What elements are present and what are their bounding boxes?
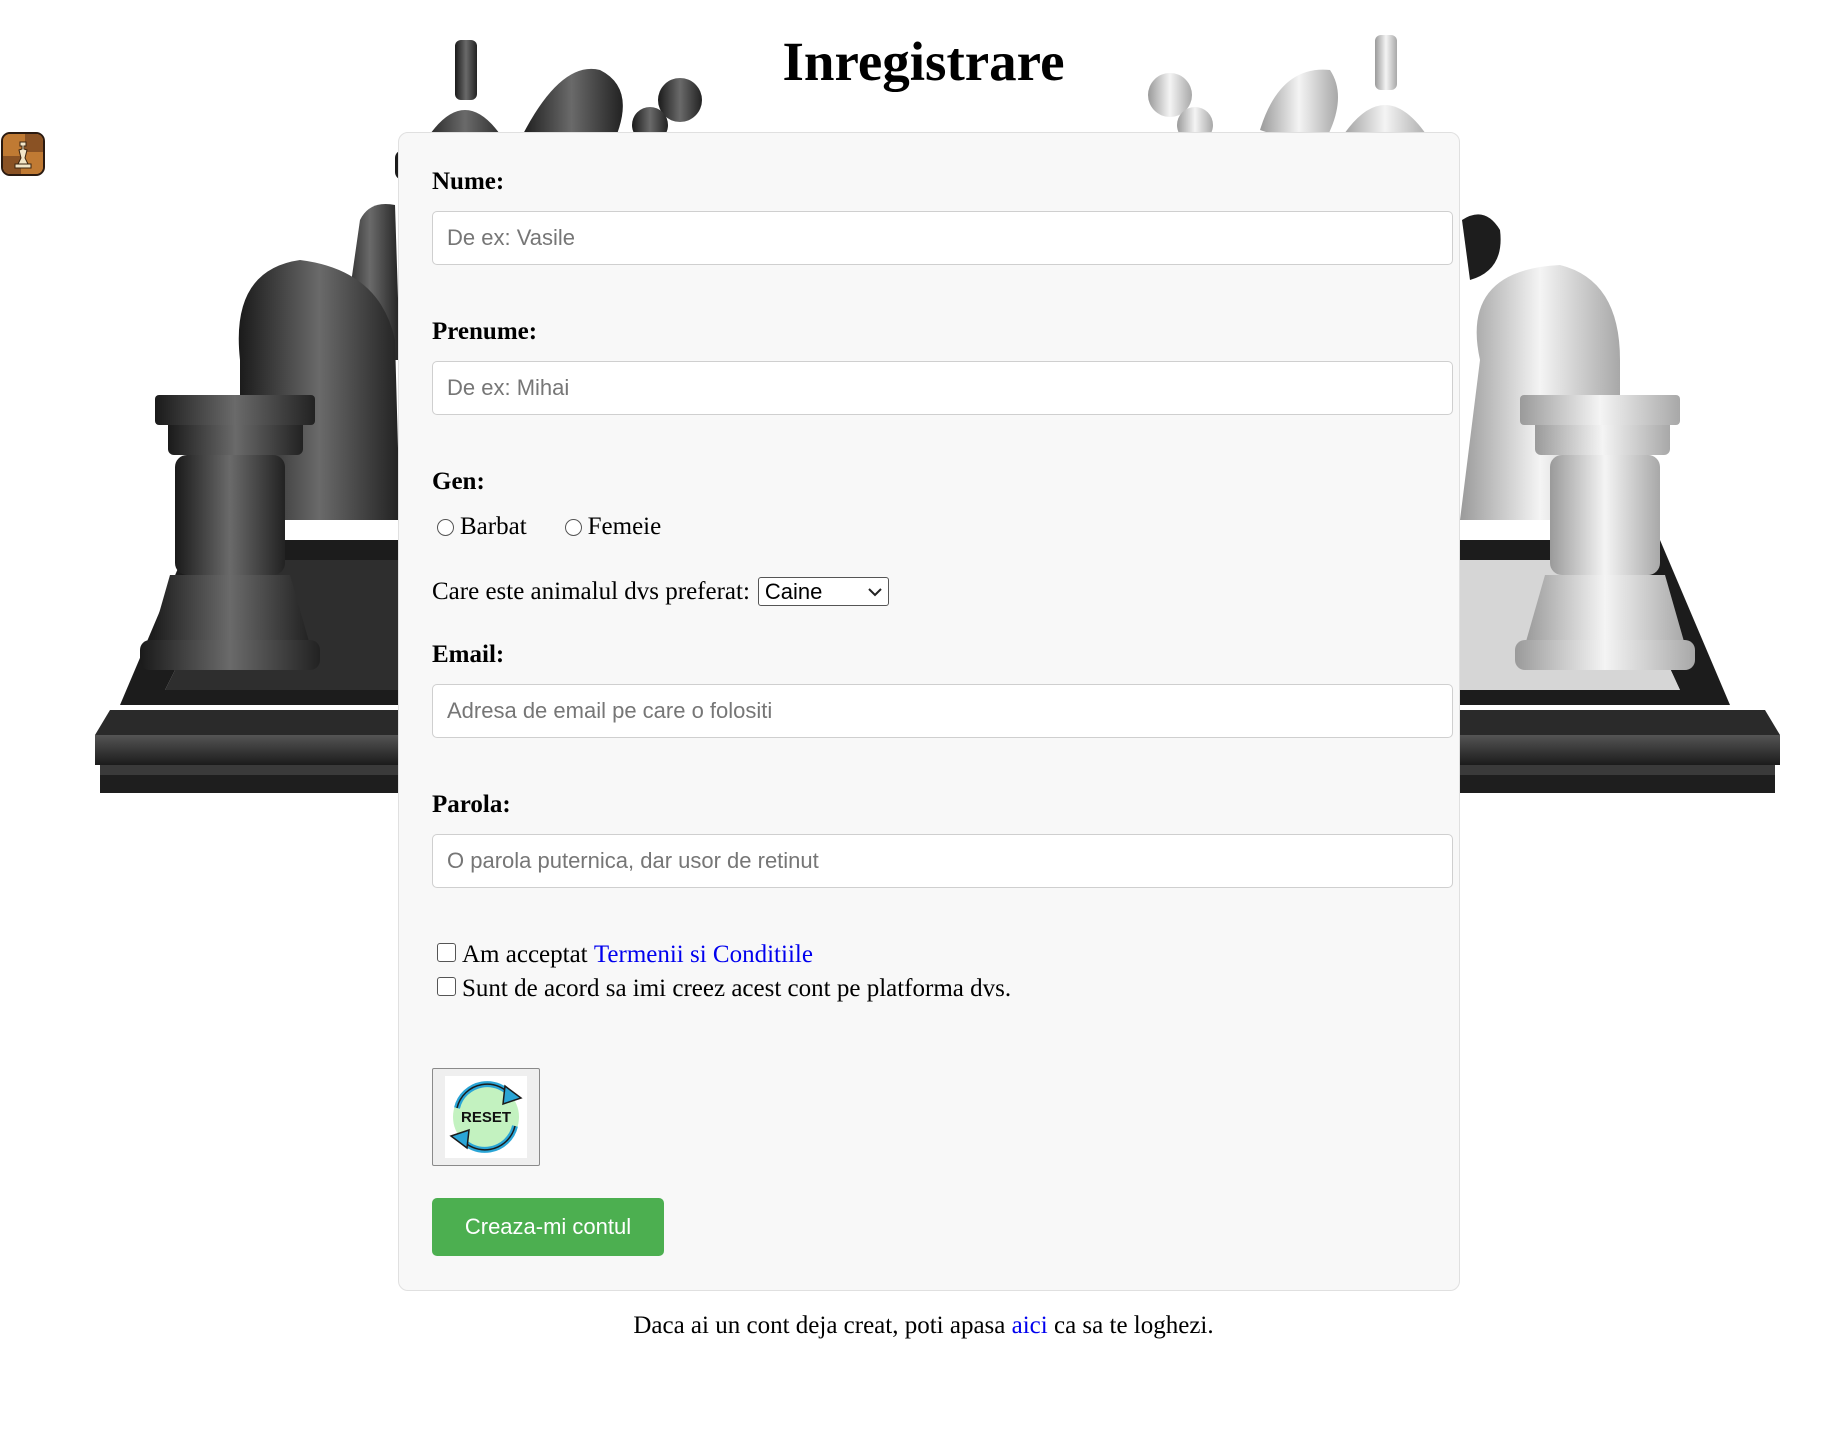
gender-option-femeie-label: Femeie	[587, 513, 662, 540]
prenume-input[interactable]	[432, 361, 1453, 415]
gen-label: Gen:	[432, 468, 485, 495]
footer-prefix: Daca ai un cont deja creat, poti apasa	[633, 1312, 1006, 1339]
agree-checkbox[interactable]	[437, 976, 456, 996]
create-account-button[interactable]: Creaza-mi contul	[432, 1198, 664, 1256]
login-link[interactable]: aici	[1012, 1312, 1048, 1339]
reset-label: RESET	[461, 1109, 511, 1126]
email-label: Email:	[432, 641, 505, 668]
agree-label: Sunt de acord sa imi creez acest cont pe…	[462, 975, 1012, 1002]
gender-option-barbat-label: Barbat	[460, 513, 527, 540]
nume-input[interactable]	[432, 211, 1453, 265]
footer-suffix: ca sa te loghezi.	[1053, 1312, 1214, 1339]
login-footer: Daca ai un cont deja creat, poti apasa a…	[0, 1312, 1847, 1340]
page-title: Inregistrare	[782, 31, 1065, 92]
favorite-animal-select[interactable]: Caine	[757, 577, 889, 606]
prenume-label: Prenume:	[432, 318, 538, 345]
terms-link[interactable]: Termenii si Conditiile	[594, 941, 813, 969]
parola-input[interactable]	[432, 834, 1453, 888]
terms-checkbox-row: Am acceptat Termenii si Conditiile	[437, 941, 813, 969]
reset-cycle-icon: RESET	[445, 1076, 527, 1158]
radio-circle-icon[interactable]	[564, 518, 582, 536]
favorite-animal-row: Care este animalul dvs preferat: Caine	[432, 577, 889, 606]
registration-form: Nume: Prenume: Gen: Barbat Femeie Care e…	[398, 132, 1460, 1291]
radio-circle-icon[interactable]	[437, 518, 454, 536]
favorite-animal-selected-value: Caine	[764, 578, 823, 604]
chevron-down-icon	[868, 587, 882, 596]
gender-radio-femeie[interactable]: Femeie	[564, 513, 662, 541]
chess-king-icon[interactable]	[1, 132, 45, 176]
favorite-animal-label: Care este animalul dvs preferat:	[432, 577, 750, 605]
email-input[interactable]	[432, 684, 1453, 738]
gender-radio-barbat[interactable]: Barbat	[437, 513, 527, 541]
parola-label: Parola:	[432, 791, 511, 818]
nume-label: Nume:	[432, 168, 505, 195]
terms-prefix: Am acceptat	[462, 941, 588, 968]
gender-radio-group: Barbat Femeie	[437, 513, 699, 541]
reset-button[interactable]: RESET	[432, 1068, 540, 1166]
agree-checkbox-row: Sunt de acord sa imi creez acest cont pe…	[437, 975, 1011, 1003]
terms-checkbox[interactable]	[437, 942, 456, 962]
